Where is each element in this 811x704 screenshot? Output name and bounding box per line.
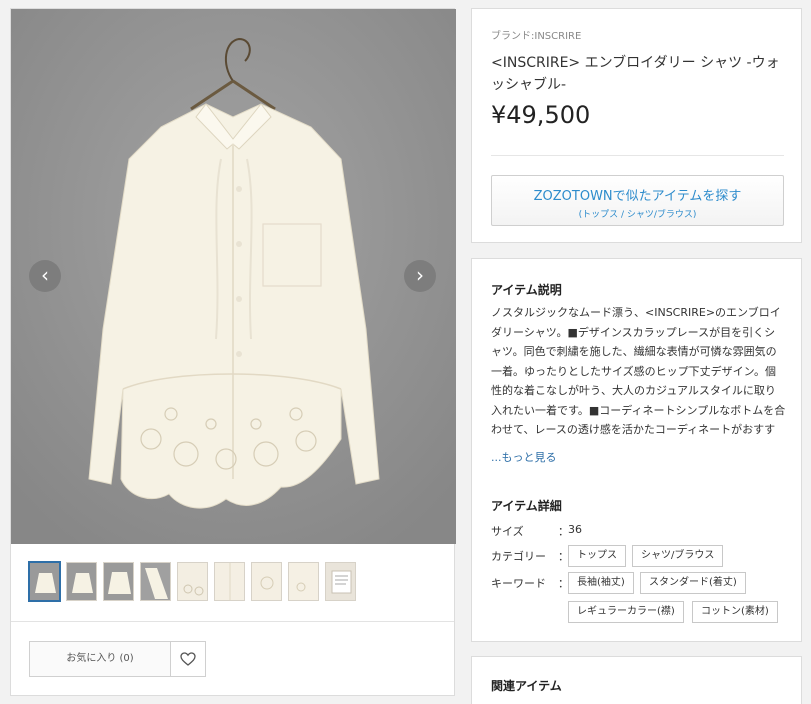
info-divider <box>491 155 784 156</box>
keyword-tag[interactable]: レギュラーカラー(襟) <box>568 601 684 623</box>
thumbnail-6[interactable] <box>214 562 245 601</box>
thumbnail-7[interactable] <box>251 562 282 601</box>
details-heading: アイテム詳細 <box>491 499 562 513</box>
size-label: サイズ <box>491 525 524 538</box>
category-tag[interactable]: トップス <box>568 545 626 567</box>
keyword-tag[interactable]: コットン(素材) <box>692 601 778 623</box>
size-value: 36 <box>568 523 582 536</box>
description-text: ノスタルジックなムード漂う、<INSCRIRE>のエンブロイダリーシャツ。■デザ… <box>491 306 786 436</box>
thumbnail-strip <box>28 561 356 602</box>
brand-label[interactable]: ブランド:INSCRIRE <box>491 27 581 42</box>
heart-button[interactable] <box>171 641 206 677</box>
find-similar-button[interactable]: ZOZOTOWNで似たアイテムを探す (トップス / シャツ/ブラウス) <box>491 175 784 226</box>
find-similar-category: (トップス / シャツ/ブラウス) <box>578 210 697 220</box>
product-price: ¥49,500 <box>491 101 591 129</box>
category-tag[interactable]: シャツ/ブラウス <box>632 545 724 567</box>
related-heading: 関連アイテム <box>491 679 562 693</box>
thumbnail-5[interactable] <box>177 562 208 601</box>
thumbnail-8[interactable] <box>288 562 319 601</box>
product-info-card: ブランド:INSCRIRE <INSCRIRE> エンブロイダリー シャツ -ウ… <box>471 8 802 243</box>
item-detail-card: アイテム説明 ノスタルジックなムード漂う、<INSCRIRE>のエンブロイダリー… <box>471 258 802 642</box>
find-similar-label: ZOZOTOWNで似たアイテムを探す <box>533 189 742 204</box>
keyword-tag[interactable]: スタンダード(着丈) <box>640 572 746 594</box>
related-items-card: 関連アイテム <box>471 656 802 704</box>
product-gallery: ‹ › お気に入り (0) <box>10 8 456 696</box>
heart-icon <box>180 652 196 666</box>
next-image-button[interactable]: › <box>404 260 436 292</box>
keyword-tag[interactable]: 長袖(袖丈) <box>568 572 634 594</box>
previous-image-button[interactable]: ‹ <box>29 260 61 292</box>
gallery-divider <box>11 621 454 622</box>
category-label: カテゴリー <box>491 550 546 563</box>
thumbnail-1[interactable] <box>28 561 61 602</box>
favorite-button[interactable]: お気に入り (0) <box>29 641 171 677</box>
thumbnail-4[interactable] <box>140 562 171 601</box>
read-more-link[interactable]: ...もっと見る <box>491 449 557 465</box>
product-main-image[interactable]: ‹ › <box>11 9 456 544</box>
description-heading: アイテム説明 <box>491 283 562 297</box>
thumbnail-2[interactable] <box>66 562 97 601</box>
product-title: <INSCRIRE> エンブロイダリー シャツ -ウォッシャブル- <box>491 55 780 93</box>
thumbnail-3[interactable] <box>103 562 134 601</box>
thumbnail-9[interactable] <box>325 562 356 601</box>
keyword-label: キーワード <box>491 577 546 590</box>
shirt-illustration <box>11 9 456 544</box>
